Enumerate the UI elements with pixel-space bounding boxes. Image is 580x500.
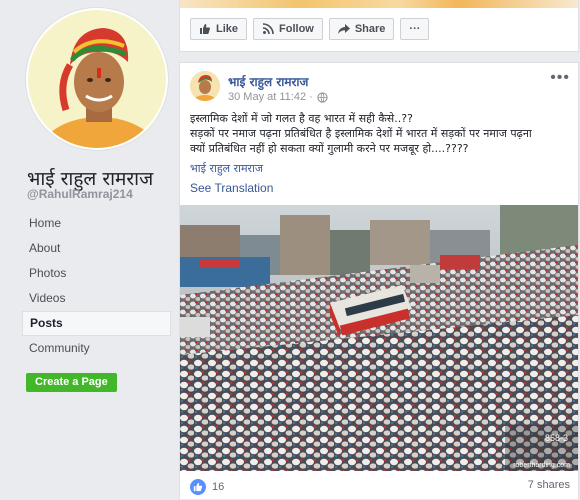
like-page-button[interactable]: Like bbox=[190, 18, 248, 40]
nav-item-posts[interactable]: Posts bbox=[22, 311, 171, 336]
more-options-button[interactable]: ··· bbox=[400, 18, 430, 40]
street-prayer-photo: 858-3 robertharding.com bbox=[180, 205, 578, 471]
nav-item-community[interactable]: Community bbox=[22, 336, 171, 361]
post-options-icon[interactable]: ••• bbox=[550, 70, 570, 86]
share-page-button[interactable]: Share bbox=[328, 18, 395, 40]
author-avatar-image bbox=[190, 71, 220, 101]
page-handle[interactable]: @RahulRamraj214 bbox=[27, 187, 133, 201]
like-page-label: Like bbox=[216, 23, 239, 35]
thumbs-up-icon bbox=[200, 24, 210, 34]
like-count: 16 bbox=[212, 481, 225, 493]
nav-item-videos[interactable]: Videos bbox=[22, 286, 171, 311]
page-actions: Like Follow Share ··· bbox=[190, 18, 430, 40]
page-nav: Home About Photos Videos Posts Community bbox=[22, 211, 171, 361]
follow-label: Follow bbox=[279, 23, 314, 35]
post-footer: 16 7 shares bbox=[180, 471, 578, 500]
page-header-card: Like Follow Share ··· bbox=[179, 0, 579, 52]
more-options-label: ··· bbox=[409, 23, 421, 35]
thumbs-up-icon bbox=[193, 482, 203, 492]
watermark-site: robertharding.com bbox=[513, 462, 570, 469]
shares-count[interactable]: 7 shares bbox=[528, 479, 570, 491]
post-text-line: क्यों प्रतिबंधित नहीं हो सकता क्यों गुला… bbox=[190, 142, 469, 155]
post-timestamp[interactable]: 30 May at 11:42 · bbox=[228, 91, 313, 103]
profile-photo-image bbox=[28, 10, 166, 148]
post-hashtag-link[interactable]: भाई राहुल रामराज bbox=[190, 161, 263, 176]
cover-photo-strip bbox=[180, 0, 578, 8]
nav-item-home[interactable]: Home bbox=[22, 211, 171, 236]
post-meta: 30 May at 11:42 · bbox=[228, 91, 328, 103]
like-reaction-icon bbox=[190, 479, 206, 495]
see-translation-link[interactable]: See Translation bbox=[190, 181, 273, 195]
follow-button[interactable]: Follow bbox=[253, 18, 323, 40]
post-photo[interactable]: 858-3 robertharding.com bbox=[180, 205, 578, 471]
post-body: इस्लामिक देशों में जो गलत है वह भारत में… bbox=[190, 111, 572, 156]
share-arrow-icon bbox=[337, 24, 350, 34]
rss-icon bbox=[262, 23, 274, 35]
create-page-button[interactable]: Create a Page bbox=[26, 373, 117, 392]
post-text-line: सड़कों पर नमाज पढ़ना प्रतिबंधित है इस्ला… bbox=[190, 127, 532, 140]
profile-picture[interactable] bbox=[26, 8, 168, 150]
reactions-summary[interactable]: 16 bbox=[190, 479, 224, 495]
globe-icon bbox=[317, 91, 328, 103]
post-text-line: इस्लामिक देशों में जो गलत है वह भारत में… bbox=[190, 112, 413, 125]
share-page-label: Share bbox=[354, 23, 386, 35]
left-sidebar: भाई राहुल रामराज @RahulRamraj214 Home Ab… bbox=[0, 0, 178, 499]
post-author-name[interactable]: भाई राहुल रामराज bbox=[228, 73, 308, 90]
nav-item-photos[interactable]: Photos bbox=[22, 261, 171, 286]
post-author-avatar[interactable] bbox=[190, 71, 220, 101]
post-card: भाई राहुल रामराज 30 May at 11:42 · ••• इ… bbox=[179, 62, 579, 499]
nav-item-about[interactable]: About bbox=[22, 236, 171, 261]
watermark-code: 858-3 bbox=[545, 433, 568, 443]
